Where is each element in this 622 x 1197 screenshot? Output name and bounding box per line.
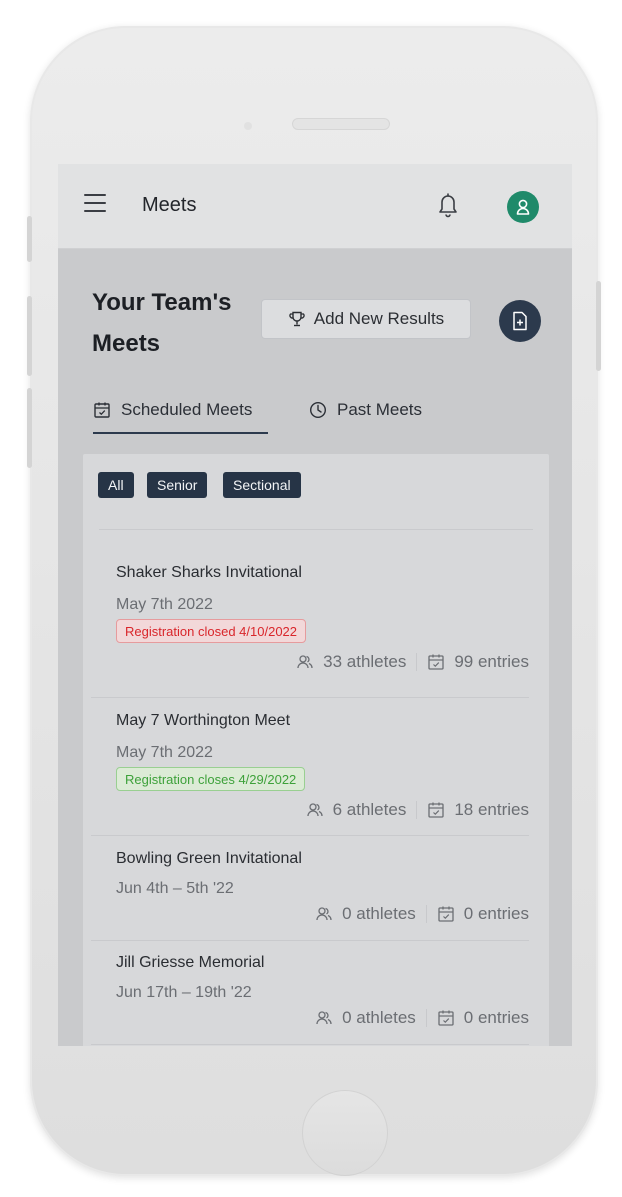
athletes-count: 0 athletes (342, 904, 416, 923)
meet-name: May 7 Worthington Meet (116, 712, 291, 729)
user-icon (516, 199, 530, 215)
registration-status-badge: Registration closed 4/10/2022 (116, 619, 307, 643)
calendar-icon (438, 1010, 454, 1026)
meet-name: Shaker Sharks Invitational (116, 564, 302, 581)
active-tab-indicator (93, 432, 268, 434)
meet-stats: 33 athletes 99 entries (296, 652, 529, 672)
entries-count: 99 entries (454, 652, 529, 671)
power-button (596, 281, 601, 371)
trophy-icon (289, 311, 305, 327)
meet-item-bowling-green-invitational[interactable]: Bowling Green Invitational Jun 4th – 5th… (91, 850, 529, 940)
users-icon (297, 655, 313, 669)
mute-switch (27, 216, 32, 262)
divider (91, 1044, 529, 1045)
meet-name: Bowling Green Invitational (116, 850, 302, 867)
page-title: Your Team's Meets (92, 289, 232, 357)
meet-stats: 6 athletes 18 entries (306, 800, 529, 820)
meet-date: May 7th 2022 (116, 596, 213, 613)
add-document-button[interactable] (499, 300, 541, 342)
home-button[interactable] (302, 1090, 388, 1176)
meet-item-jill-griesse-memorial[interactable]: Jill Griesse Memorial Jun 17th – 19th '2… (91, 954, 529, 1044)
meet-name: Jill Griesse Memorial (116, 954, 265, 971)
entries-count: 0 entries (463, 904, 529, 923)
add-new-results-button[interactable]: Add New Results (261, 299, 471, 339)
meets-panel: All Senior Sectional Shaker Sharks Invit… (83, 454, 549, 1046)
bell-icon[interactable] (436, 191, 460, 224)
tab-scheduled-meets-label: Scheduled Meets (121, 400, 253, 419)
meet-item-may-7-worthington-meet[interactable]: May 7 Worthington Meet May 7th 2022 Regi… (91, 712, 529, 832)
top-bar: Meets (58, 164, 572, 249)
volume-up-button (27, 296, 32, 376)
registration-status-badge: Registration closes 4/29/2022 (116, 767, 306, 791)
meet-date: May 7th 2022 (116, 744, 213, 761)
entries-count: 18 entries (454, 800, 529, 819)
divider (99, 529, 533, 530)
tab-past-meets[interactable]: Past Meets (309, 400, 422, 420)
filter-chip-senior[interactable]: Senior (147, 472, 208, 498)
entries-count: 0 entries (463, 1008, 529, 1027)
tab-past-meets-label: Past Meets (337, 400, 423, 419)
document-add-icon (513, 311, 527, 331)
users-icon (316, 907, 332, 921)
volume-down-button (27, 388, 32, 468)
meet-date: Jun 17th – 19th '22 (116, 984, 252, 1001)
front-camera (244, 122, 252, 130)
filter-chip-all[interactable]: All (98, 472, 134, 498)
meet-date: Jun 4th – 5th '22 (116, 880, 234, 897)
filter-chip-sectional[interactable]: Sectional (223, 472, 301, 498)
users-icon (316, 1011, 332, 1025)
clock-icon (309, 401, 327, 419)
athletes-count: 33 athletes (323, 652, 407, 671)
app-screen: Meets Your Team's Meets Add New Results … (58, 164, 572, 1046)
calendar-icon (94, 402, 110, 418)
meet-stats: 0 athletes 0 entries (315, 904, 529, 924)
menu-icon[interactable] (84, 194, 106, 212)
athletes-count: 0 athletes (342, 1008, 416, 1027)
calendar-icon (428, 802, 444, 818)
meet-stats: 0 athletes 0 entries (315, 1008, 529, 1028)
add-new-results-label: Add New Results (313, 309, 445, 328)
avatar[interactable] (507, 191, 539, 223)
tab-scheduled-meets[interactable]: Scheduled Meets (93, 400, 252, 420)
divider (91, 940, 529, 941)
calendar-icon (428, 654, 444, 670)
meet-item-shaker-sharks-invitational[interactable]: Shaker Sharks Invitational May 7th 2022 … (91, 564, 529, 694)
divider (91, 697, 529, 698)
calendar-icon (438, 906, 454, 922)
app-title: Meets (142, 194, 197, 216)
speaker-grille (292, 118, 390, 130)
athletes-count: 6 athletes (332, 800, 407, 819)
divider (91, 835, 529, 836)
users-icon (306, 803, 323, 817)
